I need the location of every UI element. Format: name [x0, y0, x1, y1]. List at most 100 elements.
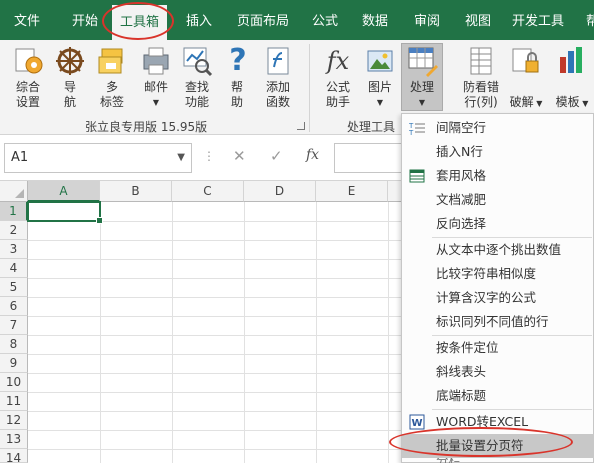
- menu-item-split-columns[interactable]: 分栏: [402, 458, 594, 463]
- tab-formulas[interactable]: 公式: [312, 0, 338, 40]
- magnifier-chart-icon: [181, 45, 213, 77]
- menu-item-string-similarity[interactable]: 比较字符串相似度: [402, 262, 594, 286]
- row-header[interactable]: 11: [0, 392, 28, 411]
- tab-file[interactable]: 文件: [14, 0, 40, 40]
- tab-insert[interactable]: 插入: [186, 0, 212, 40]
- lock-icon: [510, 45, 542, 77]
- gridline: [172, 202, 173, 463]
- annotation-circle-menu-item: [389, 427, 573, 457]
- resize-handle-icon[interactable]: ⋮: [203, 149, 215, 163]
- help-icon: ?: [229, 43, 247, 78]
- add-function-button[interactable]: 添加 函数: [260, 45, 296, 110]
- menu-item-chinese-formula[interactable]: 计算含汉字的公式: [402, 286, 594, 310]
- template-icon: [556, 45, 588, 77]
- folders-icon: [96, 45, 128, 77]
- settings-icon: [12, 45, 44, 77]
- menu-item-mark-diff-rows[interactable]: 标识同列不同值的行: [402, 310, 594, 334]
- chevron-down-icon: ▼: [579, 99, 589, 108]
- menu-item-insert-n-rows[interactable]: 插入N行: [402, 140, 594, 164]
- formula-helper-button[interactable]: fx 公式 助手: [320, 45, 356, 110]
- column-header[interactable]: C: [172, 181, 244, 202]
- gridline: [388, 202, 389, 463]
- process-dropdown-menu: TT 间隔空行 插入N行 套用风格 文档减肥 反向选择 从文本中逐个挑出数值 比…: [401, 113, 594, 463]
- menu-item-reverse-select[interactable]: 反向选择: [402, 212, 594, 236]
- row-header[interactable]: 8: [0, 335, 28, 354]
- multi-tab-button[interactable]: 多 标签: [94, 45, 130, 110]
- row-header[interactable]: 13: [0, 430, 28, 449]
- menu-item-slim-document[interactable]: 文档减肥: [402, 188, 594, 212]
- annotation-circle-toolbox: [102, 2, 174, 40]
- menu-item-locate-by-condition[interactable]: 按条件定位: [402, 336, 594, 360]
- printer-icon: [140, 45, 172, 77]
- insert-function-icon[interactable]: fx: [306, 147, 319, 163]
- chevron-down-icon[interactable]: ▼: [177, 144, 185, 172]
- anti-error-row-button[interactable]: 防看错 行(列): [456, 45, 506, 110]
- row-header[interactable]: 7: [0, 316, 28, 335]
- ribbon-tab-bar: 文件 开始 工具箱 插入 页面布局 公式 数据 审阅 视图 开发工具 帮: [0, 0, 594, 45]
- tab-view[interactable]: 视图: [465, 0, 491, 40]
- tab-review[interactable]: 审阅: [414, 0, 440, 40]
- name-box[interactable]: A1 ▼: [4, 143, 192, 173]
- cancel-icon[interactable]: ✕: [233, 147, 246, 165]
- row-header[interactable]: 10: [0, 373, 28, 392]
- menu-item-interval-blank-rows[interactable]: TT 间隔空行: [402, 116, 594, 140]
- overview-settings-button[interactable]: 综合 设置: [8, 45, 48, 110]
- select-all-corner[interactable]: [0, 181, 28, 202]
- crack-button[interactable]: 破解 ▼: [506, 45, 546, 111]
- dialog-launcher-icon[interactable]: [297, 122, 305, 130]
- row-header[interactable]: 2: [0, 221, 28, 240]
- enter-icon[interactable]: ✓: [270, 147, 283, 165]
- interval-rows-icon: TT: [408, 120, 425, 137]
- column-header[interactable]: B: [100, 181, 172, 202]
- chevron-down-icon: ▼: [418, 98, 426, 107]
- navigation-button[interactable]: 导 航: [52, 45, 88, 110]
- tab-page-layout[interactable]: 页面布局: [237, 0, 289, 40]
- chevron-down-icon: ▼: [533, 99, 543, 108]
- process-button[interactable]: 处理 ▼: [403, 45, 441, 110]
- group-label-main: 张立良专用版 15.95版: [85, 120, 208, 134]
- gridline: [244, 202, 245, 463]
- picture-button[interactable]: 图片 ▼: [362, 45, 398, 110]
- fx-icon: fx: [326, 47, 350, 75]
- menu-item-extract-numbers[interactable]: 从文本中逐个挑出数值: [402, 238, 594, 262]
- row-header[interactable]: 6: [0, 297, 28, 316]
- word-icon: W: [409, 414, 425, 430]
- picture-icon: [364, 45, 396, 77]
- row-header[interactable]: 3: [0, 240, 28, 259]
- gridline: [100, 202, 101, 463]
- chevron-down-icon: ▼: [152, 98, 160, 107]
- row-header[interactable]: 9: [0, 354, 28, 373]
- column-header[interactable]: D: [244, 181, 316, 202]
- svg-text:W: W: [412, 418, 423, 429]
- column-header[interactable]: E: [316, 181, 388, 202]
- table-style-icon: [409, 168, 425, 184]
- tab-home[interactable]: 开始: [72, 0, 98, 40]
- table-pencil-icon: [406, 45, 438, 77]
- tab-data[interactable]: 数据: [362, 0, 388, 40]
- rows-icon: [465, 45, 497, 77]
- active-cell-a1[interactable]: [27, 201, 103, 224]
- menu-item-apply-style[interactable]: 套用风格: [402, 164, 594, 188]
- menu-item-diagonal-header[interactable]: 斜线表头: [402, 360, 594, 384]
- svg-text:T: T: [409, 129, 414, 136]
- ribbon-separator: [309, 44, 310, 132]
- row-header[interactable]: 1: [0, 202, 28, 221]
- row-header[interactable]: 12: [0, 411, 28, 430]
- gridline: [316, 202, 317, 463]
- menu-item-bottom-title[interactable]: 底端标题: [402, 384, 594, 408]
- row-header[interactable]: 5: [0, 278, 28, 297]
- chevron-down-icon: ▼: [376, 98, 384, 107]
- row-header[interactable]: 14: [0, 449, 28, 463]
- excel-window: 文件 开始 工具箱 插入 页面布局 公式 数据 审阅 视图 开发工具 帮 综合 …: [0, 0, 594, 463]
- group-label-tools: 处理工具: [347, 120, 396, 134]
- tab-help-partial[interactable]: 帮: [586, 0, 594, 40]
- help-button[interactable]: ? 帮 助: [222, 45, 252, 110]
- find-function-button[interactable]: 查找 功能: [179, 45, 215, 110]
- function-doc-icon: [262, 45, 294, 77]
- row-header[interactable]: 4: [0, 259, 28, 278]
- template-button[interactable]: 模板 ▼: [550, 45, 594, 111]
- column-header[interactable]: A: [28, 181, 100, 202]
- mail-button[interactable]: 邮件 ▼: [136, 45, 176, 110]
- tab-developer[interactable]: 开发工具: [512, 0, 564, 40]
- ship-wheel-icon: [54, 45, 86, 77]
